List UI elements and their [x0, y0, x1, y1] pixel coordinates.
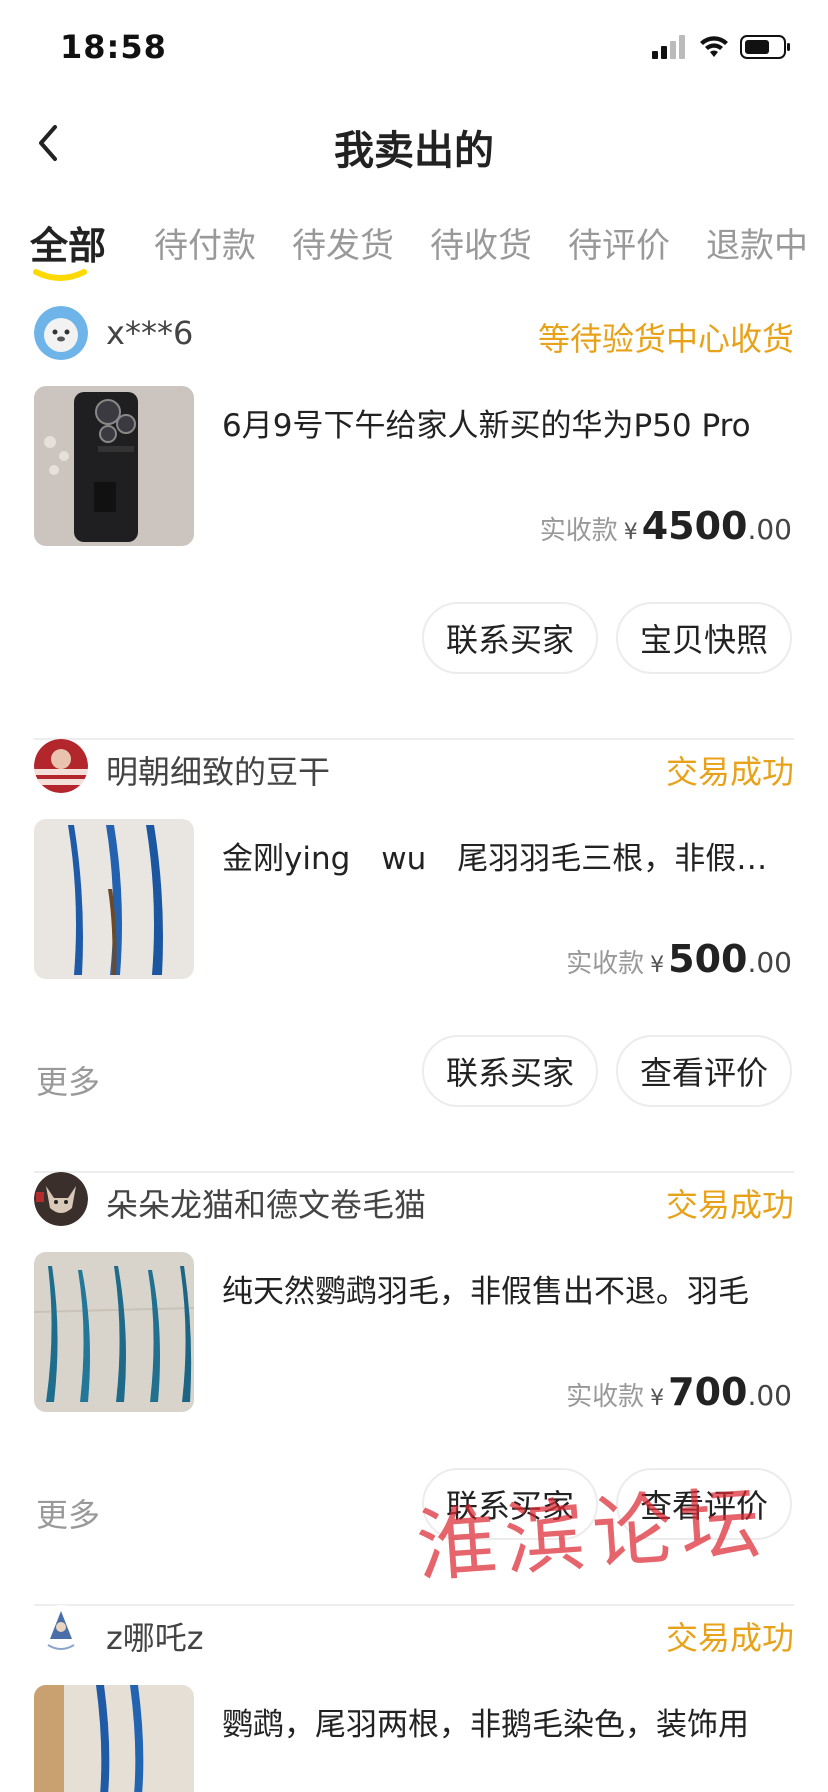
status-time: 18:58 — [60, 28, 167, 66]
tab-pending-shipment[interactable]: 待发货 — [292, 218, 394, 267]
item-thumbnail[interactable] — [34, 1252, 194, 1412]
item-title[interactable]: 6月9号下午给家人新买的华为P50 Pro — [222, 400, 792, 445]
page-title: 我卖出的 — [334, 128, 494, 174]
price-label: 实收款 — [566, 949, 645, 979]
order-header: 朵朵龙猫和德文卷毛猫 交易成功 — [34, 1170, 794, 1226]
battery-icon — [740, 35, 790, 59]
item-title[interactable]: 纯天然鹦鹉羽毛，非假售出不退。羽毛 — [222, 1266, 792, 1311]
order-header: 明朝细致的豆干 交易成功 — [34, 737, 794, 793]
watermark: 淮滨论坛 — [413, 1475, 772, 1594]
buyer-name[interactable]: 朵朵龙猫和德文卷毛猫 — [106, 1180, 426, 1226]
tab-pending-review[interactable]: 待评价 — [568, 218, 670, 267]
order-header: z哪吒z 交易成功 — [34, 1603, 794, 1659]
item-thumbnail[interactable] — [34, 1685, 194, 1792]
item-thumbnail[interactable] — [34, 819, 194, 979]
tab-pending-payment[interactable]: 待付款 — [154, 218, 256, 267]
price-label: 实收款 — [539, 516, 618, 546]
signal-icon — [652, 35, 685, 59]
order-status: 交易成功 — [665, 753, 794, 791]
order-status: 交易成功 — [665, 1619, 794, 1657]
header: 我卖出的 — [0, 100, 828, 190]
more-link[interactable]: 更多 — [36, 1057, 100, 1103]
item-title[interactable]: 金刚ying wu 尾羽羽毛三根，非假售出不退 — [222, 833, 792, 878]
status-bar: 18:58 — [0, 0, 828, 100]
order-status: 等待验货中心收货 — [537, 320, 794, 358]
item-snapshot-button[interactable]: 宝贝快照 — [616, 602, 792, 674]
item-title[interactable]: 鹦鹉，尾羽两根，非鹅毛染色，装饰用 — [222, 1699, 792, 1744]
price-currency: ¥ — [650, 1386, 665, 1411]
price-decimal: .00 — [747, 513, 792, 546]
item-thumbnail[interactable] — [34, 386, 194, 546]
price-decimal: .00 — [747, 1379, 792, 1412]
view-review-button[interactable]: 查看评价 — [616, 1035, 792, 1107]
active-tab-indicator — [33, 269, 87, 281]
price-decimal: .00 — [747, 946, 792, 979]
order-card[interactable]: 明朝细致的豆干 交易成功 金刚ying wu 尾羽羽毛三根，非假售出不退 实收款… — [0, 737, 828, 1173]
price-currency: ¥ — [650, 953, 665, 978]
buyer-avatar[interactable] — [34, 1605, 88, 1659]
order-card[interactable]: x***6 等待验货中心收货 6月9号下午给家人新买的华为P50 Pro 实收款… — [0, 304, 828, 740]
buyer-name[interactable]: x***6 — [106, 314, 193, 352]
order-status: 交易成功 — [665, 1186, 794, 1224]
buyer-name[interactable]: z哪吒z — [106, 1613, 204, 1659]
more-link[interactable]: 更多 — [36, 1490, 100, 1536]
tab-bar: 全部 待付款 待发货 待收货 待评价 退款中 — [0, 210, 828, 290]
price-integer: 500 — [668, 937, 748, 981]
buyer-avatar[interactable] — [34, 1172, 88, 1226]
tab-all[interactable]: 全部 — [30, 215, 106, 270]
contact-buyer-button[interactable]: 联系买家 — [422, 1035, 598, 1107]
status-icons — [652, 34, 792, 60]
price-integer: 700 — [668, 1370, 748, 1414]
price-row: 实收款 ¥ 500 .00 — [566, 937, 792, 981]
wifi-icon — [700, 36, 728, 57]
price-currency: ¥ — [623, 520, 638, 545]
buyer-avatar[interactable] — [34, 739, 88, 793]
tab-refunding[interactable]: 退款中 — [706, 218, 808, 267]
buyer-name[interactable]: 明朝细致的豆干 — [106, 747, 330, 793]
price-row: 实收款 ¥ 4500 .00 — [540, 504, 792, 548]
price-label: 实收款 — [566, 1382, 645, 1412]
price-integer: 4500 — [641, 504, 748, 548]
buyer-avatar[interactable] — [34, 306, 88, 360]
tab-pending-receipt[interactable]: 待收货 — [430, 218, 532, 267]
order-card[interactable]: z哪吒z 交易成功 鹦鹉，尾羽两根，非鹅毛染色，装饰用 — [0, 1603, 828, 1792]
price-row: 实收款 ¥ 700 .00 — [566, 1370, 792, 1414]
order-header: x***6 等待验货中心收货 — [34, 304, 794, 360]
contact-buyer-button[interactable]: 联系买家 — [422, 602, 598, 674]
